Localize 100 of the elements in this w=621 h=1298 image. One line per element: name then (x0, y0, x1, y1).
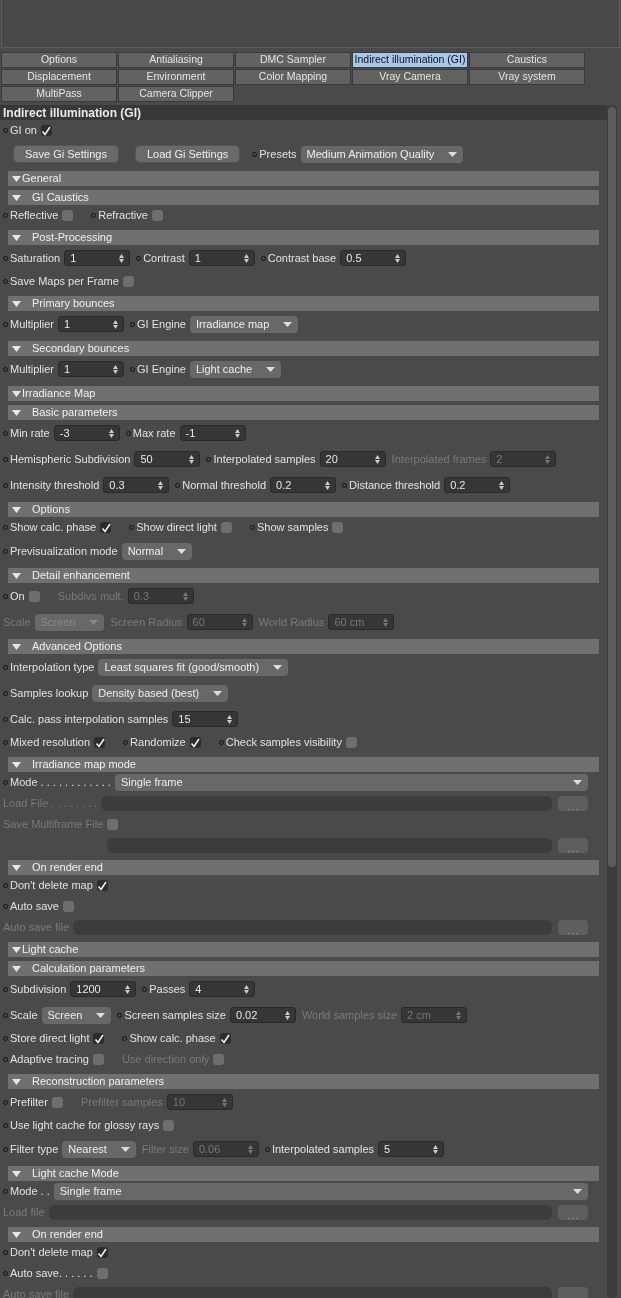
ellipsis-icon[interactable] (568, 808, 578, 811)
dropdown[interactable]: Medium Animation Quality (300, 145, 464, 163)
expand-arrow-icon[interactable] (12, 965, 21, 972)
expand-arrow-icon[interactable] (12, 1231, 21, 1238)
section-header[interactable]: General (8, 171, 599, 186)
subsection-header[interactable]: GI Caustics (8, 190, 599, 205)
settings-button[interactable]: Save Gi Settings (13, 145, 119, 163)
number-field[interactable]: 1200 (70, 981, 137, 997)
section-header[interactable]: Irradiance Map (8, 386, 599, 401)
tab[interactable]: Caustics (469, 52, 585, 68)
expand-arrow-icon[interactable] (12, 643, 21, 650)
dropdown-arrow-icon[interactable] (283, 321, 293, 327)
spinner-arrows-icon[interactable] (189, 454, 195, 464)
dropdown[interactable]: Density based (best) (92, 684, 229, 702)
number-field[interactable]: 4 (189, 981, 256, 997)
spinner-arrows-icon[interactable] (234, 428, 240, 438)
browse-button[interactable] (558, 1205, 588, 1220)
checkbox[interactable] (219, 1033, 231, 1044)
browse-button[interactable] (558, 838, 588, 853)
number-field[interactable]: 1 (188, 250, 255, 266)
checkbox[interactable] (163, 1120, 175, 1131)
expand-arrow-icon[interactable] (12, 409, 21, 416)
dropdown-arrow-icon[interactable] (273, 664, 283, 670)
tab[interactable]: Displacement (1, 69, 117, 85)
subsection-header[interactable]: Irradiance map mode (8, 757, 599, 772)
expand-arrow-icon[interactable] (12, 300, 21, 307)
checkbox[interactable] (345, 737, 357, 748)
spinner-arrows-icon[interactable] (113, 319, 118, 329)
tab[interactable]: Camera Clipper (118, 86, 234, 102)
subsection-header[interactable]: Primary bounces (8, 296, 599, 311)
dropdown[interactable]: Single frame (53, 1183, 588, 1200)
subsection-header[interactable]: Post-Processing (8, 230, 599, 245)
spinner-arrows-icon[interactable] (125, 984, 131, 994)
checkbox[interactable] (93, 1033, 105, 1044)
tab[interactable]: Options (1, 52, 117, 68)
spinner-arrows-icon[interactable] (374, 454, 380, 464)
subsection-header[interactable]: On render end (8, 1227, 599, 1242)
ellipsis-icon[interactable] (568, 1217, 578, 1220)
spinner-arrows-icon[interactable] (284, 1010, 290, 1020)
dropdown[interactable]: Irradiance map (189, 315, 299, 333)
checkbox[interactable] (96, 1247, 108, 1258)
number-field[interactable]: 1 (58, 361, 124, 377)
expand-arrow-icon[interactable] (12, 345, 21, 352)
number-field[interactable]: 0.3 (103, 477, 170, 493)
dropdown-arrow-icon[interactable] (266, 366, 276, 372)
spinner-arrows-icon[interactable] (113, 364, 118, 374)
browse-button[interactable] (558, 796, 588, 811)
spinner-arrows-icon[interactable] (119, 253, 125, 263)
tab[interactable]: Environment (118, 69, 234, 85)
subsection-header[interactable]: Detail enhancement (8, 568, 599, 583)
expand-arrow-icon[interactable] (12, 175, 21, 182)
checkbox[interactable] (94, 737, 106, 748)
number-field[interactable]: 5 (378, 1141, 444, 1157)
expand-arrow-icon[interactable] (12, 1078, 21, 1085)
ellipsis-icon[interactable] (568, 850, 578, 853)
tab[interactable]: DMC Sampler (235, 52, 351, 68)
number-field[interactable]: 0.2 (270, 477, 337, 493)
subsection-header[interactable]: Secondary bounces (8, 341, 599, 356)
number-field[interactable]: 0.2 (444, 477, 511, 493)
subsection-header[interactable]: On render end (8, 860, 599, 875)
expand-arrow-icon[interactable] (12, 864, 21, 871)
dropdown[interactable]: Single frame (114, 774, 588, 791)
checkbox[interactable] (62, 210, 74, 221)
dropdown[interactable]: Light cache (189, 360, 282, 378)
checkbox[interactable] (96, 880, 108, 891)
spinner-arrows-icon[interactable] (395, 253, 401, 263)
checkbox[interactable] (92, 1054, 104, 1065)
dropdown-arrow-icon[interactable] (177, 548, 187, 554)
spinner-arrows-icon[interactable] (325, 480, 331, 490)
dropdown-arrow-icon[interactable] (573, 1189, 582, 1194)
number-field[interactable]: 0.5 (340, 250, 407, 266)
tab[interactable]: MultiPass (1, 86, 117, 102)
tab[interactable]: Vray system (469, 69, 585, 85)
dropdown-arrow-icon[interactable] (96, 1012, 106, 1018)
spinner-arrows-icon[interactable] (108, 428, 114, 438)
ellipsis-icon[interactable] (568, 932, 578, 935)
checkbox[interactable] (40, 125, 52, 136)
checkbox[interactable] (332, 522, 344, 533)
expand-arrow-icon[interactable] (12, 506, 21, 513)
expand-arrow-icon[interactable] (12, 946, 21, 953)
subsection-header[interactable]: Calculation parameters (8, 961, 599, 976)
spinner-arrows-icon[interactable] (243, 253, 249, 263)
spinner-arrows-icon[interactable] (244, 984, 250, 994)
scrollbar-thumb[interactable] (608, 107, 616, 867)
dropdown-arrow-icon[interactable] (120, 1146, 130, 1152)
dropdown[interactable]: Screen (41, 1006, 112, 1024)
subsection-header[interactable]: Reconstruction parameters (8, 1074, 599, 1089)
expand-arrow-icon[interactable] (12, 194, 21, 201)
number-field[interactable]: -1 (179, 425, 246, 441)
checkbox[interactable] (51, 1096, 63, 1108)
checkbox[interactable] (96, 1268, 108, 1279)
subsection-header[interactable]: Options (8, 502, 599, 517)
checkbox[interactable] (220, 522, 232, 533)
expand-arrow-icon[interactable] (12, 390, 21, 397)
expand-arrow-icon[interactable] (12, 1170, 21, 1177)
spinner-arrows-icon[interactable] (433, 1144, 438, 1154)
subsection-header[interactable]: Advanced Options (8, 639, 599, 654)
number-field[interactable]: 1 (58, 316, 124, 332)
expand-arrow-icon[interactable] (12, 572, 21, 579)
checkbox[interactable] (189, 737, 201, 748)
